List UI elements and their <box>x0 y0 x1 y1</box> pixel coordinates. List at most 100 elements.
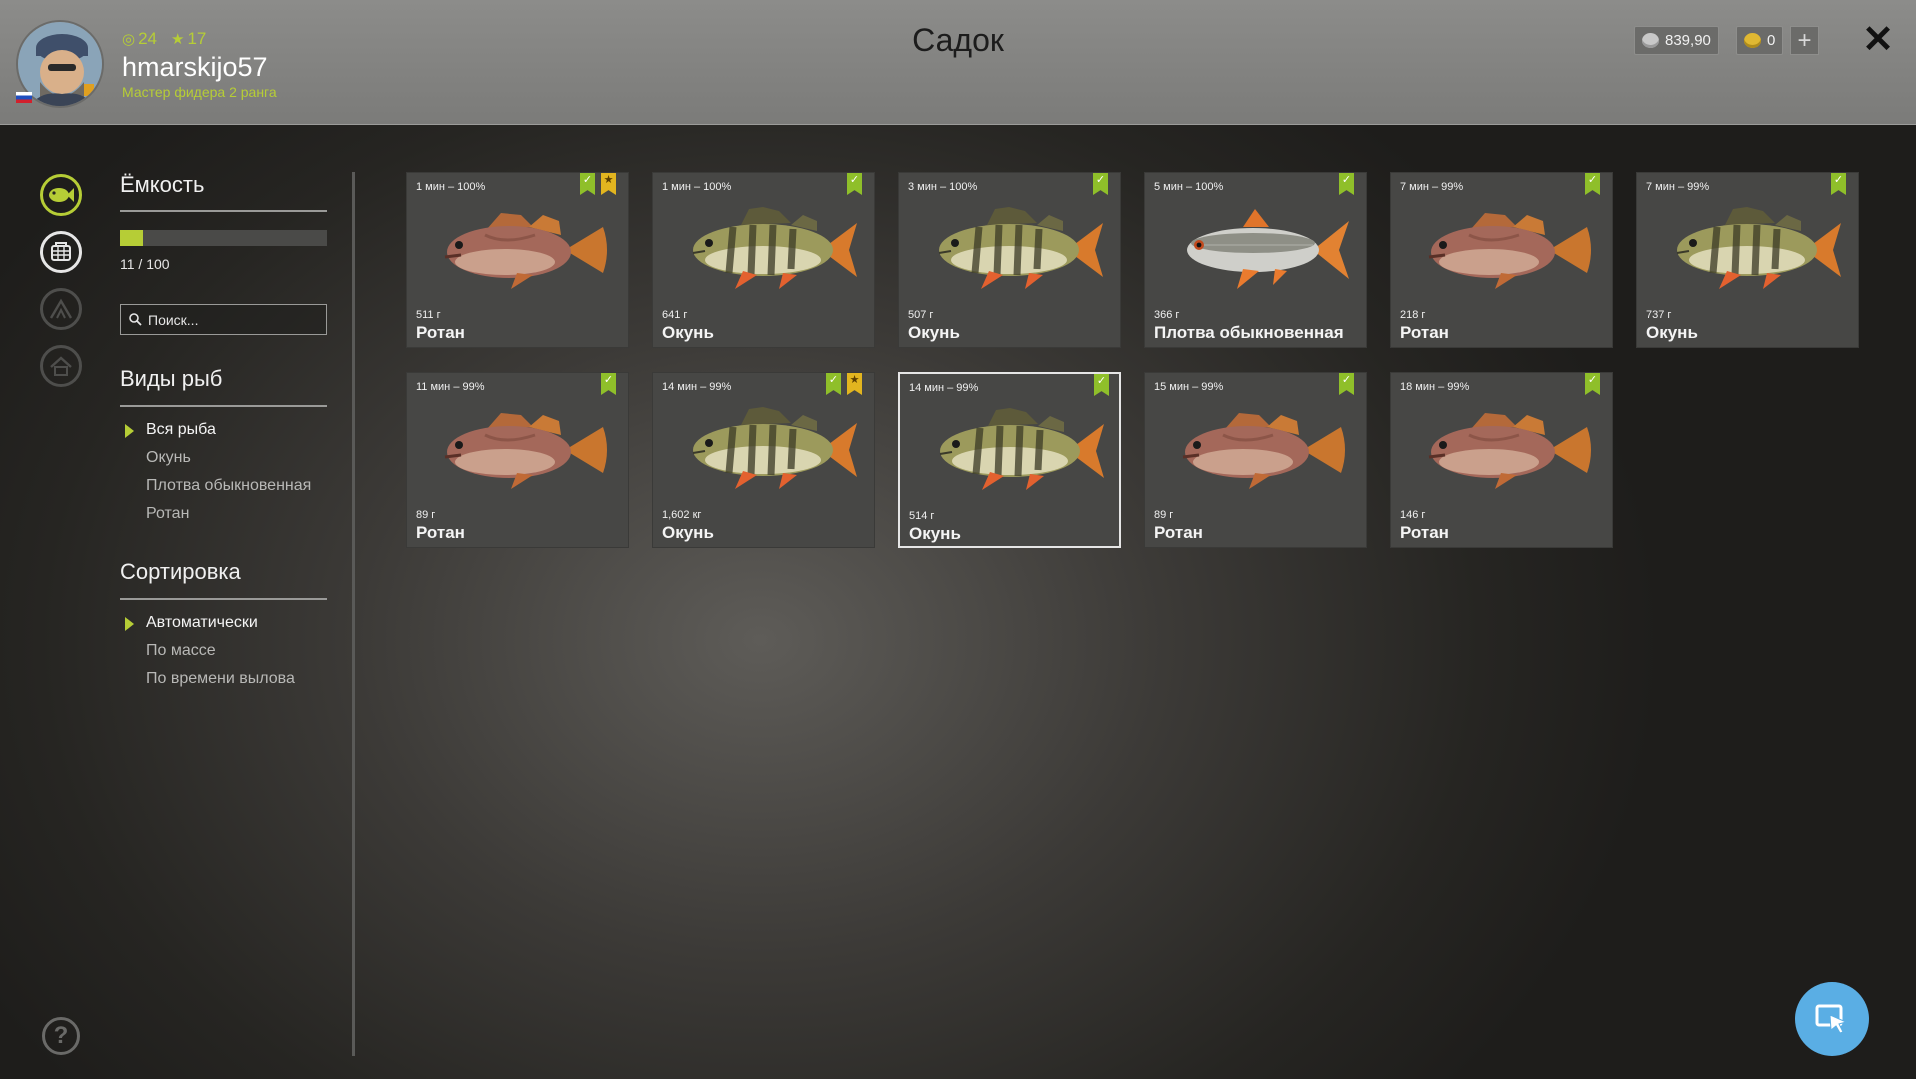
fish-image <box>917 205 1107 300</box>
fish-card[interactable]: 11 мин – 99% ✓ 89 г Ротан <box>406 372 629 548</box>
fish-name: Окунь <box>908 323 960 342</box>
catch-time-quality: 15 мин – 99% <box>1154 381 1224 393</box>
bookmark-icon[interactable]: ✓ <box>1339 173 1354 195</box>
fish-weight: 511 г <box>416 309 441 321</box>
divider <box>120 405 327 407</box>
catch-time-quality: 7 мин – 99% <box>1400 181 1464 193</box>
bookmark-icon[interactable]: ✓ <box>1585 173 1600 195</box>
check-icon: ✓ <box>1095 174 1106 186</box>
top-bar: ◎ 24 ★ 17 hmarskijo57 Мастер фидера 2 ра… <box>0 0 1916 125</box>
fish-weight: 146 г <box>1400 509 1426 521</box>
bookmark-icon[interactable]: ✓ <box>1093 173 1108 195</box>
rail-fish-button[interactable] <box>40 174 82 216</box>
catch-time-quality: 18 мин – 99% <box>1400 381 1470 393</box>
fish-card[interactable]: 3 мин – 100% ✓ 507 г Окунь <box>898 172 1121 348</box>
fish-name: Окунь <box>1646 323 1698 342</box>
check-icon: ✓ <box>1587 374 1598 386</box>
sort-item[interactable]: По массе <box>146 642 216 660</box>
rail-tent-button[interactable] <box>40 288 82 330</box>
fish-image <box>1409 405 1599 500</box>
species-item[interactable]: Окунь <box>146 449 191 467</box>
fish-weight: 89 г <box>1154 509 1174 521</box>
bookmark-icon[interactable]: ✓ <box>847 173 862 195</box>
fish-weight: 89 г <box>416 509 436 521</box>
tent-icon <box>49 298 73 319</box>
fish-card[interactable]: 18 мин – 99% ✓ 146 г Ротан <box>1390 372 1613 548</box>
silver-coin-icon <box>1642 33 1659 48</box>
catch-time-quality: 1 мин – 100% <box>416 181 486 193</box>
selected-arrow-icon <box>125 424 134 438</box>
capacity-bar-fill <box>120 230 143 246</box>
cursor-mode-button[interactable] <box>1795 982 1869 1056</box>
catch-time-quality: 3 мин – 100% <box>908 181 978 193</box>
add-gold-button[interactable]: + <box>1790 26 1819 55</box>
fish-card[interactable]: 14 мин – 99% ✓ 514 г Окунь <box>898 372 1121 548</box>
search-box[interactable] <box>120 304 327 335</box>
bookmark-icon[interactable]: ✓ <box>601 373 616 395</box>
fish-card[interactable]: 5 мин – 100% ✓ 366 г Плотва обыкновенная <box>1144 172 1367 348</box>
catch-time-quality: 1 мин – 100% <box>662 181 732 193</box>
trophy-star-icon: ★ <box>601 173 616 195</box>
fish-name: Окунь <box>909 524 961 543</box>
fish-weight: 218 г <box>1400 309 1426 321</box>
search-icon <box>129 313 142 326</box>
bookmark-icon[interactable]: ✓ <box>1339 373 1354 395</box>
catch-time-quality: 7 мин – 99% <box>1646 181 1710 193</box>
fish-card[interactable]: 15 мин – 99% ✓ 89 г Ротан <box>1144 372 1367 548</box>
fish-card[interactable]: 7 мин – 99% ✓ 218 г Ротан <box>1390 172 1613 348</box>
silver-balance: 839,90 <box>1634 26 1719 55</box>
close-button[interactable]: ✕ <box>1861 20 1895 60</box>
rail-keepnet-button[interactable] <box>40 231 82 273</box>
page-title: Садок <box>912 22 1004 58</box>
sidebar-separator <box>352 172 355 1056</box>
bookmark-icon[interactable]: ✓ <box>1094 374 1109 396</box>
keepnet-icon <box>51 242 71 261</box>
fish-image <box>1163 405 1353 500</box>
fish-image <box>425 405 615 500</box>
check-icon: ✓ <box>849 174 860 186</box>
fish-image <box>1409 205 1599 300</box>
species-item[interactable]: Ротан <box>146 505 189 523</box>
sort-heading: Сортировка <box>120 559 241 584</box>
bookmark-icon[interactable]: ✓ <box>1585 373 1600 395</box>
fish-card[interactable]: 1 мин – 100% ✓ 641 г Окунь <box>652 172 875 348</box>
fish-image <box>1163 205 1353 300</box>
species-item[interactable]: Вся рыба <box>146 421 216 439</box>
catch-time-quality: 11 мин – 99% <box>416 381 485 393</box>
fish-name: Ротан <box>1154 523 1203 542</box>
check-icon: ✓ <box>603 374 614 386</box>
player-rank: Мастер фидера 2 ранга <box>122 84 277 100</box>
fish-weight: 641 г <box>662 309 688 321</box>
fish-name: Ротан <box>1400 523 1449 542</box>
fish-card[interactable]: 7 мин – 99% ✓ 737 г Окунь <box>1636 172 1859 348</box>
species-item[interactable]: Плотва обыкновенная <box>146 477 311 495</box>
fish-card[interactable]: 14 мин – 99% ✓ ★ 1,602 кг Окунь <box>652 372 875 548</box>
bookmark-icon[interactable]: ✓ <box>1831 173 1846 195</box>
capacity-count: 11 / 100 <box>120 256 170 272</box>
bookmark-icon[interactable]: ✓ <box>580 173 595 195</box>
fish-weight: 737 г <box>1646 309 1672 321</box>
catch-time-quality: 14 мин – 99% <box>909 382 979 394</box>
fish-name: Окунь <box>662 523 714 542</box>
bookmark-icon[interactable]: ✓ <box>826 373 841 395</box>
trophy-star-icon: ★ <box>847 373 862 395</box>
star-icon: ★ <box>603 174 614 186</box>
species-heading: Виды рыб <box>120 366 223 391</box>
fish-weight: 514 г <box>909 510 935 522</box>
help-button[interactable]: ? <box>42 1017 80 1055</box>
fish-weight: 366 г <box>1154 309 1180 321</box>
rail-home-button[interactable] <box>40 345 82 387</box>
check-icon: ✓ <box>1587 174 1598 186</box>
check-icon: ✓ <box>1341 374 1352 386</box>
fish-name: Ротан <box>1400 323 1449 342</box>
check-icon: ✓ <box>582 174 593 186</box>
fish-name: Окунь <box>662 323 714 342</box>
fish-weight: 507 г <box>908 309 934 321</box>
sort-item[interactable]: Автоматически <box>146 614 258 632</box>
divider <box>120 210 327 212</box>
fish-card[interactable]: 1 мин – 100% ✓ ★ 511 г Ротан <box>406 172 629 348</box>
sort-item[interactable]: По времени вылова <box>146 670 295 688</box>
capacity-bar <box>120 230 327 246</box>
star-icon: ★ <box>849 374 860 386</box>
search-input[interactable] <box>148 311 318 328</box>
